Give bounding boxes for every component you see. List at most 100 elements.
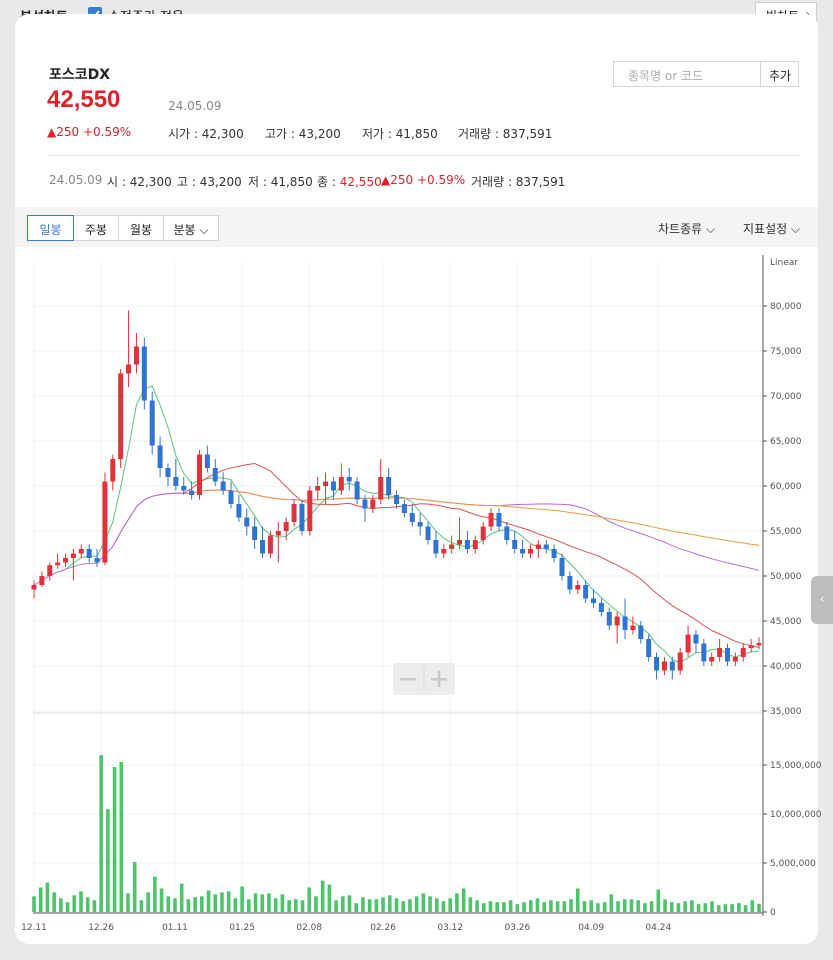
volume-bar <box>434 898 439 912</box>
zoom-out-icon[interactable] <box>400 678 416 681</box>
price-tick-label: 40,000 <box>770 662 802 672</box>
candle-body <box>244 517 250 527</box>
scale-label[interactable]: Linear <box>770 258 798 268</box>
volume-bar <box>260 894 265 912</box>
candle-body <box>196 454 202 495</box>
candle-body <box>401 504 407 513</box>
volume-bar <box>542 902 546 912</box>
candle-body <box>165 468 171 477</box>
stock-chart[interactable]: 80,000 75,000 70,000 65,000 60,000 55,000 50,0… <box>0 0 833 960</box>
volume-bar <box>173 898 177 912</box>
price-axis: 80,000 75,000 70,000 65,000 60,000 55,000 50,0… <box>763 302 802 717</box>
volume-bar <box>347 895 352 912</box>
volume-bar <box>220 892 224 912</box>
volume-bar <box>461 888 466 912</box>
tab-daily[interactable]: 일봉 <box>27 215 74 241</box>
x-tick-label: 12.11 <box>21 923 47 933</box>
x-tick-label: 01.11 <box>162 923 188 933</box>
volume-bar <box>535 898 540 912</box>
volume-bar <box>676 903 681 912</box>
volume-bar <box>294 899 298 912</box>
volume-bar <box>354 903 359 912</box>
price-tick-label: 75,000 <box>770 347 802 357</box>
price-tick-label: 65,000 <box>770 437 802 447</box>
x-tick-label: 03.26 <box>504 923 530 933</box>
volume-bar <box>750 900 755 912</box>
candle-body <box>425 526 431 540</box>
volume-bar <box>428 896 432 912</box>
x-tick-label: 04.24 <box>645 923 671 933</box>
volume-bar <box>669 902 674 912</box>
candle-body <box>622 616 628 630</box>
volume-bar <box>193 897 197 912</box>
volume-bar <box>408 899 412 912</box>
candle-body <box>606 612 612 626</box>
volume-bar <box>730 904 734 912</box>
candle-body <box>236 504 242 518</box>
volume-bar <box>72 895 77 912</box>
volume-bar <box>555 901 560 912</box>
zoom-in-icon-vertical <box>437 671 441 687</box>
candle-body <box>173 477 179 486</box>
volume-bar <box>79 891 83 912</box>
candle-body <box>354 481 360 500</box>
volume-bar <box>401 901 406 912</box>
candle-body <box>701 643 707 662</box>
volume-bar <box>481 903 486 912</box>
price-tick-label: 55,000 <box>770 527 802 537</box>
candle-body <box>338 477 344 491</box>
volume-bar <box>92 900 97 912</box>
volume-bar <box>267 893 271 912</box>
volume-bar <box>475 900 479 912</box>
volume-bar <box>253 893 258 912</box>
volume-bar <box>45 882 50 912</box>
candle-body <box>527 549 533 554</box>
volume-bar <box>314 896 318 912</box>
candle-body <box>685 634 691 653</box>
candle-body <box>630 625 636 630</box>
candle-body <box>378 477 384 500</box>
volume-bar <box>38 887 43 912</box>
volume-bar <box>361 897 365 912</box>
candle-body <box>275 531 281 536</box>
volume-bar <box>59 898 63 912</box>
x-tick-label: 12.26 <box>88 923 114 933</box>
volume-bar <box>32 896 36 912</box>
x-tick-label: 03.12 <box>437 923 463 933</box>
volume-bar <box>575 888 580 912</box>
volume-bar <box>455 893 459 912</box>
side-panel-toggle[interactable]: ‹ <box>811 576 833 624</box>
candle-body <box>543 544 549 549</box>
volume-bar <box>690 900 694 912</box>
volume-bar <box>240 886 244 912</box>
volume-bar <box>703 903 708 912</box>
candle-body <box>575 585 581 590</box>
volume-bar <box>247 899 251 912</box>
candle-body <box>204 454 210 468</box>
candle-body <box>323 481 329 486</box>
candle-body <box>709 657 715 662</box>
candle-body <box>157 445 163 468</box>
candle-body <box>181 486 187 491</box>
price-tick-label: 80,000 <box>770 302 802 312</box>
candle-body <box>228 490 234 504</box>
volume-bar <box>159 888 164 912</box>
candle-body <box>370 499 376 509</box>
candle-body <box>638 625 644 639</box>
volume-tick-label: 10,000,000 <box>770 810 822 820</box>
volume-bar <box>629 899 634 912</box>
candle-body <box>717 648 723 657</box>
zoom-control[interactable] <box>393 663 455 695</box>
candle-body <box>299 504 305 531</box>
candle-body <box>149 400 155 446</box>
candle-body <box>86 549 92 558</box>
volume-bar <box>622 899 627 912</box>
candle-body <box>559 558 565 576</box>
volume-bar <box>616 901 620 912</box>
volume-bar <box>589 900 593 912</box>
volume-bar <box>528 900 533 912</box>
volume-bar <box>367 899 372 912</box>
volume-bar <box>710 901 714 912</box>
candle-body <box>669 661 675 671</box>
price-tick-label: 50,000 <box>770 572 802 582</box>
